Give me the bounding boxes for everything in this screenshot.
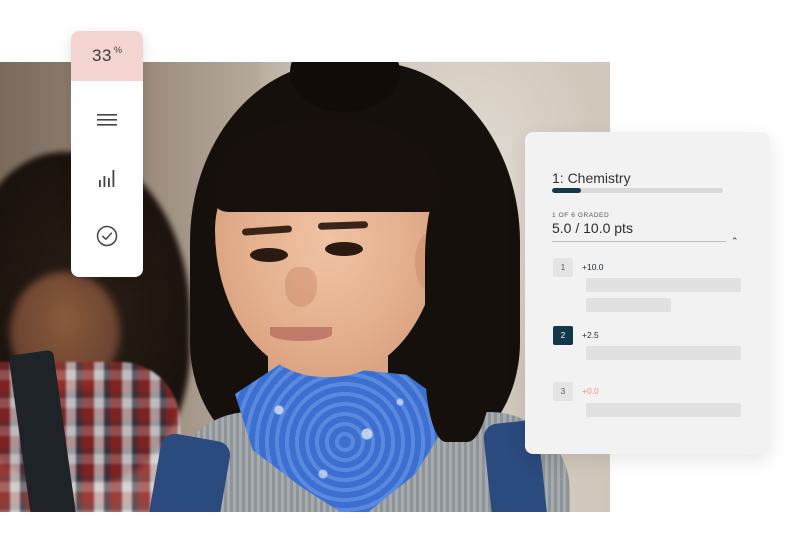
photo-backpack-strap-left — [147, 431, 233, 512]
question-badge-1[interactable]: 1 — [553, 258, 573, 277]
question-number: 3 — [560, 387, 566, 396]
complete-button[interactable] — [71, 207, 143, 265]
question-number: 2 — [560, 331, 566, 340]
score-total: 5.0 / 10.0 pts — [552, 220, 633, 236]
answer-placeholder-line — [586, 278, 741, 292]
assignment-progress-fill — [552, 188, 582, 193]
photo-eye-left — [250, 248, 288, 262]
statistics-button[interactable] — [71, 149, 143, 207]
menu-icon — [97, 114, 117, 126]
answer-placeholder-line — [586, 403, 741, 417]
question-badge-3[interactable]: 3 — [553, 382, 573, 401]
check-circle-icon — [96, 225, 118, 247]
question-points-3: +0.0 — [582, 386, 599, 396]
photo-eye-right — [325, 242, 363, 256]
question-points-1: +10.0 — [582, 262, 604, 272]
graded-status: 1 OF 6 GRADED — [552, 212, 610, 219]
score-divider — [552, 241, 726, 242]
progress-unit: % — [113, 45, 122, 55]
grading-card: 1: Chemistry 1 OF 6 GRADED 5.0 / 10.0 pt… — [525, 132, 770, 454]
chevron-up-icon[interactable]: ⌃ — [731, 236, 739, 247]
bar-chart-icon — [99, 170, 115, 187]
question-points-2: +2.5 — [582, 330, 599, 340]
progress-value: 33 — [92, 46, 112, 65]
photo-nose — [285, 267, 317, 307]
question-number: 1 — [560, 263, 566, 272]
question-badge-2[interactable]: 2 — [553, 326, 573, 345]
photo-mouth — [270, 327, 332, 341]
progress-percent-badge: 33 % — [71, 31, 143, 81]
assignment-progress-bar — [552, 188, 723, 193]
menu-button[interactable] — [71, 91, 143, 149]
side-toolbar: 33 % — [71, 31, 143, 277]
answer-placeholder-line — [586, 346, 741, 360]
answer-placeholder-line — [586, 298, 671, 312]
assignment-title: 1: Chemistry — [552, 170, 631, 186]
